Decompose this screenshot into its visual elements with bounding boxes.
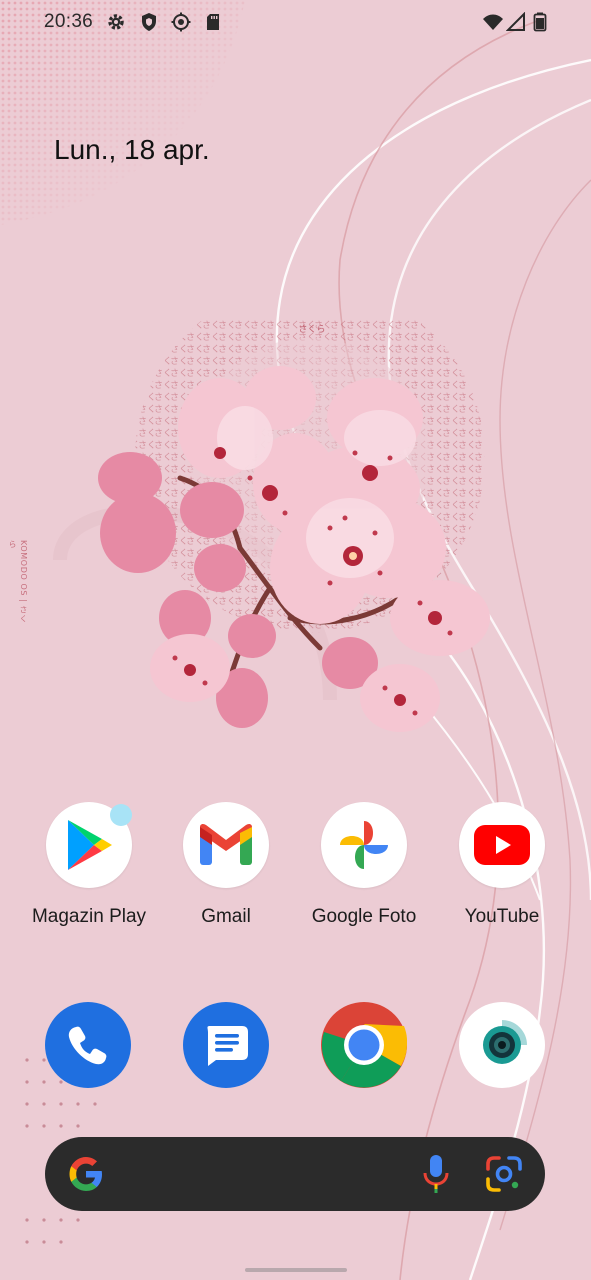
- app-gmail[interactable]: Gmail: [166, 802, 286, 928]
- camera-icon[interactable]: [459, 1002, 545, 1088]
- signal-icon: [506, 12, 525, 31]
- lens-icon[interactable]: [485, 1155, 523, 1193]
- gear-icon: [108, 14, 124, 30]
- cherry-blossom-illustration: さくら: [98, 318, 490, 732]
- google-search-bar[interactable]: [45, 1137, 545, 1211]
- youtube-icon[interactable]: [459, 802, 545, 888]
- app-label: Google Foto: [311, 906, 417, 927]
- app-youtube[interactable]: YouTube: [442, 802, 562, 928]
- notification-badge: [110, 804, 132, 826]
- app-label: Gmail: [201, 906, 251, 927]
- battery-icon: [533, 12, 547, 32]
- app-google-foto[interactable]: Google Foto: [304, 802, 424, 928]
- mic-icon[interactable]: [421, 1153, 451, 1195]
- sd-card-icon: [207, 14, 219, 30]
- messages-icon[interactable]: [183, 1002, 269, 1088]
- date-widget[interactable]: Lun., 18 apr.: [54, 134, 210, 166]
- wallpaper-side-text: KOMODO OS | さくら: [8, 540, 28, 623]
- play-store-icon[interactable]: [46, 802, 132, 888]
- gmail-icon[interactable]: [183, 802, 269, 888]
- status-time: 20:36: [44, 11, 94, 32]
- phone-icon[interactable]: [45, 1002, 131, 1088]
- chrome-icon[interactable]: [321, 1002, 407, 1088]
- kana-text: さくら: [298, 324, 325, 335]
- sync-icon: [171, 12, 191, 32]
- app-label: YouTube: [464, 906, 540, 927]
- google-photos-icon[interactable]: [321, 802, 407, 888]
- shield-icon: [142, 13, 156, 31]
- app-label: Magazin Play: [31, 906, 147, 927]
- google-g-icon: [69, 1157, 102, 1191]
- app-magazin-play[interactable]: Magazin Play: [29, 802, 149, 928]
- status-bar: 20:36: [0, 0, 591, 44]
- wifi-icon: [483, 14, 503, 30]
- gesture-nav-handle[interactable]: [245, 1268, 347, 1272]
